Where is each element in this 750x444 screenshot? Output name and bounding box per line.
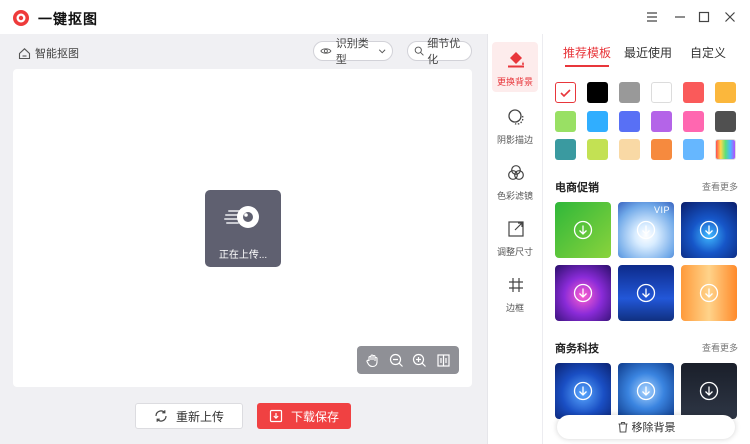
download-template-icon: [636, 283, 656, 303]
recognize-type-label: 识别类型: [335, 38, 369, 66]
border-icon: [509, 278, 523, 292]
tool-shadow-stroke-label: 阴影描边: [496, 135, 533, 145]
template-thumb-blue-tunnel[interactable]: [681, 202, 737, 258]
app-logo-icon: [13, 10, 29, 26]
template-thumb-dark[interactable]: [681, 363, 737, 419]
remove-background-button[interactable]: 移除背景: [557, 415, 735, 439]
detail-optimize-button[interactable]: 细节优化: [407, 38, 472, 66]
swatch-custom-gradient[interactable]: [715, 139, 736, 160]
zoom-out-icon[interactable]: [387, 351, 405, 369]
active-tab-underline: [565, 65, 609, 67]
resize-icon: [508, 221, 524, 237]
download-template-icon: [573, 283, 593, 303]
detail-optimize-label: 细节优化: [427, 38, 461, 66]
swatch-orange-yellow[interactable]: [715, 82, 736, 103]
swatch-teal[interactable]: [555, 139, 576, 160]
tool-sidebar: 更换背景 阴影描边 色彩滤镜 调整尺寸 边框: [487, 34, 543, 444]
section-title-business-tech: 商务科技: [555, 343, 599, 355]
zoom-toolbar: [357, 346, 459, 374]
template-thumb-purple-stage[interactable]: [555, 265, 611, 321]
recognize-type-dropdown[interactable]: 识别类型: [313, 38, 393, 66]
maximize-icon[interactable]: [696, 9, 712, 25]
upload-status-text: 正在上传...: [218, 250, 268, 261]
template-thumb-blue-rings[interactable]: [555, 363, 611, 419]
tool-change-background-label: 更换背景: [496, 77, 533, 87]
uploading-indicator: 正在上传...: [205, 190, 281, 267]
template-thumb-green[interactable]: [555, 202, 611, 258]
download-template-icon: [636, 220, 656, 240]
check-icon: [560, 89, 571, 98]
tool-change-background[interactable]: 更换背景: [492, 42, 538, 92]
breadcrumb[interactable]: 智能抠图: [18, 44, 79, 62]
download-template-icon: [699, 220, 719, 240]
magnifier-icon: [414, 46, 424, 56]
swatch-red[interactable]: [683, 82, 704, 103]
download-template-icon: [636, 381, 656, 401]
swatch-gray[interactable]: [619, 82, 640, 103]
swatch-sky-blue[interactable]: [587, 111, 608, 132]
tool-resize[interactable]: 调整尺寸: [492, 212, 538, 262]
remove-background-label: 移除背景: [631, 422, 676, 434]
menu-icon[interactable]: [644, 9, 660, 25]
template-thumb-navy-tech[interactable]: [618, 265, 674, 321]
trash-icon: [618, 421, 627, 433]
swatch-blue[interactable]: [619, 111, 640, 132]
compare-icon[interactable]: [434, 351, 452, 369]
tool-border[interactable]: 边框: [492, 268, 538, 318]
swatch-lime[interactable]: [587, 139, 608, 160]
shadow-icon: [508, 109, 524, 125]
reupload-label: 重新上传: [175, 409, 224, 424]
download-icon: [269, 409, 283, 423]
swatch-pink[interactable]: [683, 111, 704, 132]
breadcrumb-label: 智能抠图: [35, 48, 79, 60]
tool-shadow-stroke[interactable]: 阴影描边: [492, 100, 538, 150]
uploading-spinner-icon: [224, 206, 259, 228]
download-template-icon: [699, 283, 719, 303]
hand-pan-icon[interactable]: [364, 351, 382, 369]
download-template-icon: [573, 220, 593, 240]
swatch-peach[interactable]: [619, 139, 640, 160]
swatch-white[interactable]: [651, 82, 672, 103]
swatch-light-blue[interactable]: [683, 139, 704, 160]
swatch-deep-orange[interactable]: [651, 139, 672, 160]
download-template-icon: [573, 381, 593, 401]
see-more-business-tech-link[interactable]: 查看更多: [702, 341, 738, 354]
swatch-dark-gray[interactable]: [715, 111, 736, 132]
chevron-down-icon: [378, 49, 386, 54]
tool-color-filter-label: 色彩滤镜: [496, 191, 533, 201]
minimize-icon[interactable]: [672, 9, 688, 25]
download-save-button[interactable]: 下载保存: [257, 403, 351, 429]
background-panel: 推荐模板 最近使用 自定义 电商促销 查看更多 VIP 商务科技 查看更多: [543, 34, 750, 444]
tab-custom[interactable]: 自定义: [690, 44, 726, 61]
title-bar: 一键抠图: [0, 0, 750, 34]
swatch-transparent-selected[interactable]: [555, 82, 576, 103]
template-thumb-blue-portal[interactable]: [618, 363, 674, 419]
template-thumb-orange-glow[interactable]: [681, 265, 737, 321]
tab-recently-used[interactable]: 最近使用: [624, 44, 672, 61]
tool-border-label: 边框: [505, 303, 524, 313]
paint-bucket-icon: [508, 52, 524, 68]
refresh-icon: [155, 410, 167, 422]
color-filter-icon: [508, 165, 524, 180]
reupload-button[interactable]: 重新上传: [135, 403, 243, 429]
app-title: 一键抠图: [38, 11, 98, 27]
home-icon: [18, 47, 31, 59]
download-template-icon: [699, 381, 719, 401]
swatch-black[interactable]: [587, 82, 608, 103]
vip-badge: VIP: [653, 205, 670, 215]
tool-color-filter[interactable]: 色彩滤镜: [492, 156, 538, 206]
close-icon[interactable]: [722, 9, 738, 25]
tab-recommended-templates[interactable]: 推荐模板: [563, 44, 611, 61]
swatch-light-green[interactable]: [555, 111, 576, 132]
eye-icon: [320, 48, 332, 54]
section-title-ecommerce: 电商促销: [555, 182, 599, 194]
download-save-label: 下载保存: [290, 409, 339, 424]
template-thumb-light-burst[interactable]: VIP: [618, 202, 674, 258]
tool-resize-label: 调整尺寸: [496, 247, 533, 257]
swatch-purple[interactable]: [651, 111, 672, 132]
see-more-ecommerce-link[interactable]: 查看更多: [702, 180, 738, 193]
zoom-in-icon[interactable]: [411, 351, 429, 369]
